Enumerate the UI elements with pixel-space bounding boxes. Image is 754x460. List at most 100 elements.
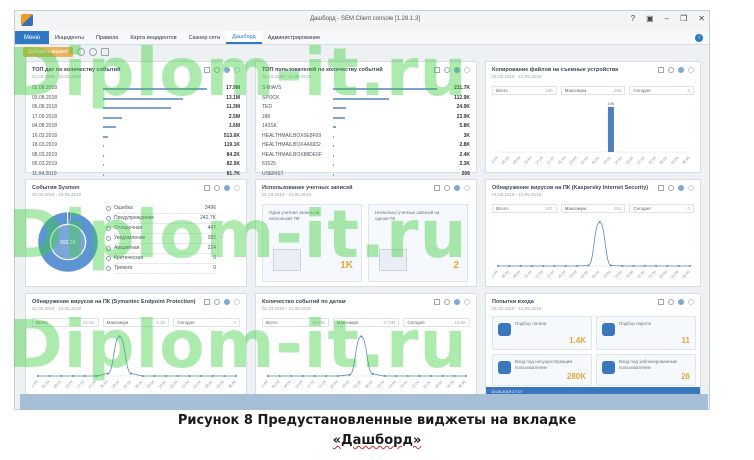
info-icon[interactable]: i [695,34,703,42]
refresh-icon[interactable] [214,185,220,191]
tick-label: 18.04 [399,380,408,389]
expand-icon[interactable] [204,299,210,305]
data-point [677,265,680,267]
card-blocked-user[interactable]: Вход под заблокированным пользователем 2… [596,354,696,386]
refresh-icon[interactable] [444,185,450,191]
widget-controls [204,185,240,191]
minimize-button[interactable]: – [665,14,669,23]
expand-icon[interactable] [204,185,210,191]
expand-icon[interactable] [658,67,664,73]
list-item[interactable]: 61525 2.3K [262,160,470,170]
data-point [360,335,363,338]
help-icon[interactable]: ? [631,14,635,23]
list-item[interactable]: HEALTHMAILBOX88DE6F 2.4K [262,151,470,161]
list-item[interactable]: 11.04.2019 81.7K [32,170,240,180]
filter-icon[interactable] [224,299,230,305]
list-item[interactable]: HEALTHMAILBOX4A6932 2.8K [262,141,470,151]
list-item[interactable]: HEALTHMAILBOX0E8F09 3K [262,132,470,142]
expand-icon[interactable] [434,67,440,73]
card-password-guess[interactable]: Подбор пароля 11 [596,316,696,350]
data-point [564,265,567,267]
sync-icon[interactable] [89,48,97,56]
gear-icon[interactable] [688,185,694,191]
maximize-button[interactable]: ❐ [680,14,687,23]
legend-item[interactable]: Отладочная 447 [106,224,216,234]
list-item[interactable]: SPOCK 112.9K [262,94,470,104]
gear-icon[interactable] [464,67,470,73]
refresh-icon[interactable] [668,299,674,305]
legend-item[interactable]: Тревога 0 [106,264,216,274]
card-nonexistent-user[interactable]: Вход под несуществующим пользователем 28… [492,354,592,386]
expand-icon[interactable] [434,299,440,305]
list-item[interactable]: S-BIAVS 211.7K [262,84,470,94]
gear-icon[interactable] [234,67,240,73]
tab-incident-map[interactable]: Карта инцидентов [124,31,182,44]
app-window: Дашборд - SEM Client console [1.28.1.3] … [14,10,710,410]
main-menu-button[interactable]: Меню [15,31,49,44]
list-item[interactable]: 06.03.2019 82.5K [32,160,240,170]
tab-dashboard[interactable]: Дашборд [226,31,262,44]
list-item[interactable]: 02.08.2018 17.9M [32,84,240,94]
item-bar [332,135,335,138]
legend-item[interactable]: Аварийная 224 [106,244,216,254]
legend-item[interactable]: Предупреждение 242.7K [106,214,216,224]
refresh-icon[interactable] [668,67,674,73]
tab-administration[interactable]: Администрирование [262,31,326,44]
filter-icon[interactable] [678,185,684,191]
gear-icon[interactable] [464,185,470,191]
refresh-icon[interactable] [214,67,220,73]
refresh-icon[interactable] [214,299,220,305]
refresh-icon[interactable] [444,67,450,73]
list-item[interactable]: 04.08.2018 1.6M [32,122,240,132]
legend-item[interactable]: Уведомление 282 [106,234,216,244]
filter-icon[interactable] [224,185,230,191]
stat-label: Максимум [564,206,587,211]
series-line [38,335,236,377]
legend-item[interactable]: Критическая 0 [106,254,216,264]
gear-icon[interactable] [234,299,240,305]
refresh-icon[interactable] [77,48,85,56]
stat-total: Всего 22.6K [32,318,99,327]
list-item[interactable]: JIM 23.9K [262,113,470,123]
gear-icon[interactable] [234,185,240,191]
tick-label: 14.04 [158,380,167,389]
data-point [278,375,281,377]
list-item[interactable]: 17.09.2018 2.5M [32,113,240,123]
expand-icon[interactable] [658,185,664,191]
list-item[interactable]: 06.08.2018 11.3M [32,103,240,113]
gear-icon[interactable] [688,67,694,73]
expand-icon[interactable] [204,67,210,73]
list-item[interactable]: USERIST 206 [262,170,470,180]
expand-icon[interactable] [434,185,440,191]
list-item[interactable]: 18.03.2019 119.1K [32,141,240,151]
tab-network-scanner[interactable]: Сканер сети [183,31,226,44]
filter-icon[interactable] [454,67,460,73]
card-one-account-many-pcs[interactable]: Одна учетная запись на нескольких ПК 1K [262,204,362,282]
refresh-icon[interactable] [668,185,674,191]
gear-icon[interactable] [464,299,470,305]
list-item[interactable]: TED 24.9K [262,103,470,113]
filter-icon[interactable] [678,299,684,305]
list-item[interactable]: 16.03.2018 513.6K [32,132,240,142]
layout-icon[interactable]: ▣ [646,14,654,23]
filter-icon[interactable] [454,185,460,191]
refresh-icon[interactable] [444,299,450,305]
list-item[interactable]: 03.08.2018 13.1M [32,94,240,104]
filter-icon[interactable] [678,67,684,73]
list-item[interactable]: 143SK 5.8K [262,122,470,132]
gear-icon[interactable] [688,299,694,305]
card-login-guess[interactable]: Подбор логина 1.4K [492,316,592,350]
close-button[interactable]: ✕ [698,14,705,23]
settings-icon[interactable] [101,48,109,56]
card-many-accounts-one-pc[interactable]: Несколько учетных записей на одном ПК 2 [368,204,468,282]
tab-incidents[interactable]: Инциденты [49,31,90,44]
list-item[interactable]: 08.03.2019 84.2K [32,151,240,161]
tab-rules[interactable]: Правила [90,31,124,44]
expand-icon[interactable] [658,299,664,305]
add-widget-button[interactable]: Добавить виджет [23,47,74,57]
user-block-icon [498,361,511,374]
filter-icon[interactable] [224,67,230,73]
item-label: USERIST [262,170,284,177]
filter-icon[interactable] [454,299,460,305]
legend-item[interactable]: Ошибка 3496 [106,204,216,214]
